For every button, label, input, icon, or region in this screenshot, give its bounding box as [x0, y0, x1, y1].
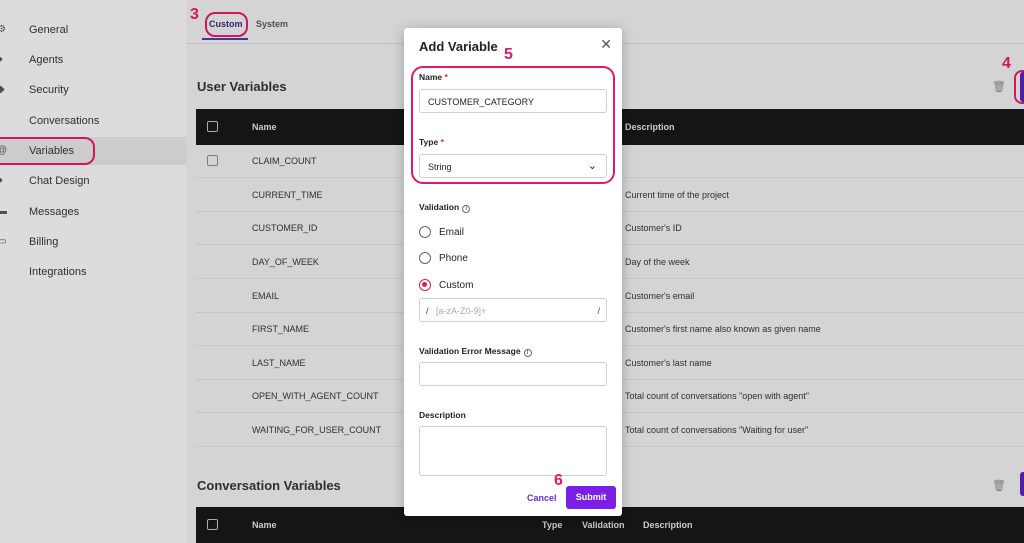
radio-label: Phone [439, 252, 468, 264]
radio-phone[interactable] [419, 252, 431, 264]
annotation-highlight-name-type [411, 66, 615, 184]
validation-option-email[interactable]: Email [419, 225, 464, 239]
error-message-label-text: Validation Error Message [419, 346, 521, 356]
radio-label: Email [439, 226, 465, 238]
info-icon: i [523, 349, 532, 357]
error-message-label: Validation Error Message i [419, 346, 532, 357]
validation-label: Validation i [419, 202, 471, 213]
regex-input[interactable]: / [a-zA-Z0-9]+ / [419, 298, 607, 322]
description-textarea[interactable] [419, 426, 607, 476]
validation-option-phone[interactable]: Phone [419, 251, 468, 265]
add-variable-dialog: Add Variable ✕ Name * CUSTOMER_CATEGORY … [404, 28, 622, 516]
cancel-button[interactable]: Cancel [527, 493, 557, 503]
radio-custom[interactable] [419, 279, 431, 291]
annotation-number: 6 [554, 472, 563, 489]
submit-button[interactable]: Submit [566, 486, 616, 509]
regex-delimiter-start: / [426, 306, 429, 316]
error-message-input[interactable] [419, 362, 607, 386]
radio-label: Custom [439, 279, 474, 291]
regex-delimiter-end: / [597, 306, 600, 316]
validation-option-custom[interactable]: Custom [419, 278, 473, 292]
annotation-number: 5 [504, 46, 513, 63]
regex-placeholder: [a-zA-Z0-9]+ [436, 306, 487, 316]
close-icon[interactable]: ✕ [600, 36, 612, 53]
radio-email[interactable] [419, 226, 431, 238]
validation-label-text: Validation [419, 202, 460, 212]
description-label: Description [419, 410, 466, 420]
dialog-title: Add Variable [419, 39, 498, 54]
info-icon: i [462, 205, 471, 213]
